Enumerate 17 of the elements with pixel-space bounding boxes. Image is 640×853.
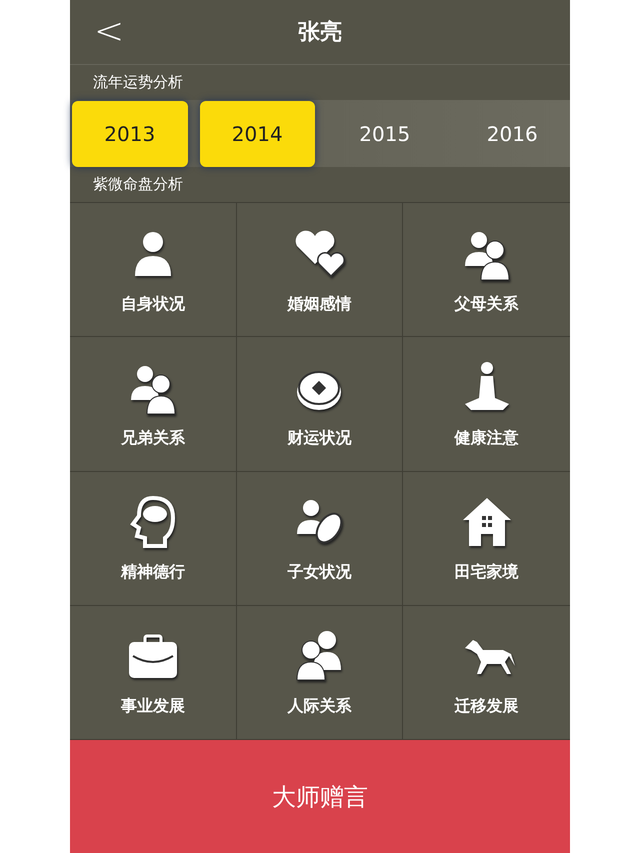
page-title: 张亮 — [298, 20, 342, 44]
year-tab[interactable]: 2013 — [72, 100, 188, 166]
section-label: 流年运势分析 — [93, 72, 183, 94]
master-advice-button[interactable]: 大师赠言 — [70, 740, 570, 853]
menu-tile[interactable]: 精神德行 — [70, 472, 237, 606]
section-label: 紫微命盘分析 — [93, 174, 183, 196]
year-tab[interactable]: 2015 — [327, 100, 442, 166]
year-tab[interactable]: 2014 — [200, 100, 315, 166]
menu-tile[interactable]: 兄弟关系 — [70, 337, 237, 472]
year-tab[interactable]: 2016 — [454, 100, 570, 166]
menu-tile[interactable]: 事业发展 — [70, 606, 237, 740]
menu-tile[interactable]: 子女状况 — [236, 472, 404, 606]
menu-tile[interactable]: 自身状况 — [70, 203, 237, 338]
menu-tile[interactable]: 财运状况 — [236, 337, 404, 472]
menu-tile[interactable]: 婚姻感情 — [236, 203, 404, 338]
back-button[interactable]: < — [70, 14, 124, 50]
menu-tile[interactable]: 人际关系 — [236, 606, 404, 740]
